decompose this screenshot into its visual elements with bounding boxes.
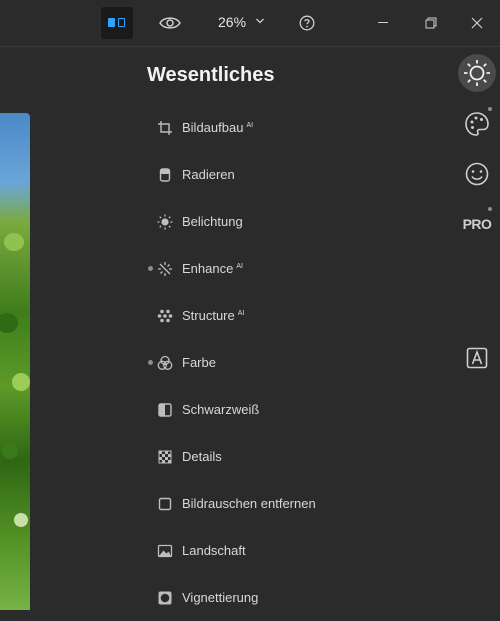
vignette-icon (158, 591, 172, 604)
tool-radieren[interactable]: Radieren (146, 151, 446, 198)
rail-pro-button[interactable]: PRO (458, 205, 496, 243)
tool-belichtung[interactable]: Belichtung (146, 198, 446, 245)
palette-icon (465, 112, 489, 136)
tool-vignettierung[interactable]: Vignettierung (146, 574, 446, 621)
tool-label: Radieren (182, 167, 235, 182)
denoise-icon (158, 497, 172, 510)
compare-view-button[interactable] (101, 7, 133, 39)
sun-icon (464, 60, 490, 86)
color-circles-icon (157, 355, 173, 370)
tool-details[interactable]: Details (146, 433, 446, 480)
tool-list: Bildaufbau AI Radieren Belichtung Enhance… (146, 104, 446, 621)
top-toolbar: 26% (0, 0, 500, 47)
smiley-icon (465, 162, 489, 186)
close-window-button[interactable] (471, 17, 483, 29)
tool-label: Bildaufbau (182, 120, 244, 135)
minimize-window-button[interactable] (378, 22, 388, 23)
details-checker-icon (158, 450, 172, 463)
tool-landschaft[interactable]: Landschaft (146, 527, 446, 574)
landscape-icon (157, 544, 173, 557)
modified-indicator (148, 360, 153, 365)
compare-left-icon (108, 18, 115, 27)
panel-title: Wesentliches (147, 64, 275, 86)
tool-farbe[interactable]: Farbe (146, 339, 446, 386)
modified-indicator (148, 266, 153, 271)
tool-label: Landschaft (182, 543, 246, 558)
ai-badge: AI (237, 309, 245, 317)
chevron-down-icon[interactable] (255, 16, 265, 26)
black-white-icon (158, 402, 172, 417)
tool-label: Details (182, 449, 222, 464)
structure-icon (157, 309, 173, 322)
ai-badge: AI (246, 121, 254, 129)
text-frame-icon (466, 347, 488, 369)
compare-right-icon (118, 18, 125, 27)
tool-bildrauschen-entfernen[interactable]: Bildrauschen entfernen (146, 480, 446, 527)
crop-icon (158, 120, 172, 135)
rail-portrait-button[interactable] (458, 155, 496, 193)
restore-window-button[interactable] (425, 17, 437, 29)
tool-label: Farbe (182, 355, 216, 370)
sparkle-icon (158, 261, 172, 276)
zoom-level[interactable]: 26% (218, 14, 246, 30)
pro-label: PRO (462, 216, 492, 232)
photo-preview[interactable] (0, 113, 30, 610)
eye-icon[interactable] (159, 15, 181, 31)
tool-structure[interactable]: Structure AI (146, 292, 446, 339)
tool-label: Belichtung (182, 214, 243, 229)
tool-schwarzweiss[interactable]: Schwarzweiß (146, 386, 446, 433)
rail-creative-button[interactable] (458, 105, 496, 143)
rail-essentials-button[interactable] (458, 54, 496, 92)
tool-label: Schwarzweiß (182, 402, 260, 417)
tool-label: Bildrauschen entfernen (182, 496, 316, 511)
tool-label: Structure (182, 308, 235, 323)
help-icon[interactable] (299, 15, 315, 31)
eraser-icon (159, 167, 171, 182)
sun-icon (157, 214, 173, 229)
tool-label: Vignettierung (182, 590, 259, 605)
tool-enhance[interactable]: Enhance AI (146, 245, 446, 292)
rail-signature-button[interactable] (458, 339, 496, 377)
ai-badge: AI (236, 262, 243, 270)
tool-label: Enhance (182, 261, 234, 276)
tool-bildaufbau[interactable]: Bildaufbau AI (146, 104, 446, 151)
